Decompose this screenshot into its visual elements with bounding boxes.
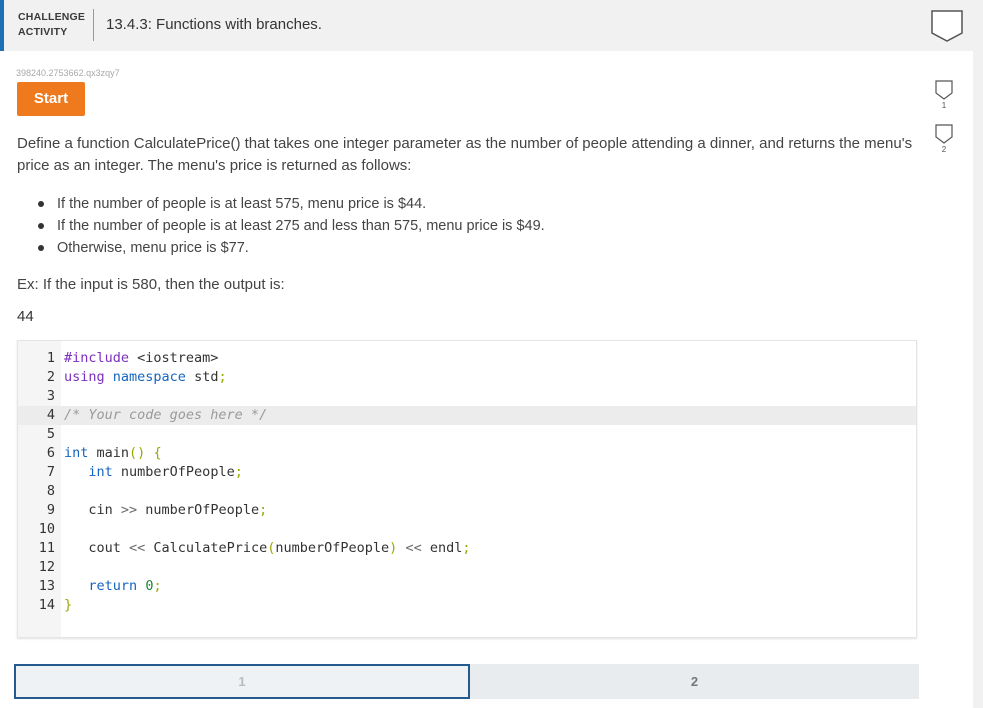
code-text: cout << CalculatePrice(numberOfPeople) <… <box>64 539 470 558</box>
code-token: numberOfPeople <box>275 540 390 556</box>
line-number: 12 <box>38 559 55 575</box>
line-number: 4 <box>46 407 55 423</box>
line-number: 10 <box>38 521 55 537</box>
progress-segment-2[interactable]: 2 <box>470 664 919 699</box>
line-number: 7 <box>46 464 55 480</box>
code-text: #include <iostream> <box>64 349 218 368</box>
code-token: ; <box>259 502 268 518</box>
code-token: <iostream> <box>129 350 219 366</box>
line-number: 2 <box>46 369 55 385</box>
code-token: #include <box>64 350 130 366</box>
level-progress-bar: 1 2 <box>14 661 919 701</box>
price-rule-item: Otherwise, menu price is $77. <box>38 237 545 259</box>
code-token: CalculatePrice <box>145 540 268 556</box>
start-button[interactable]: Start <box>17 82 85 116</box>
code-token: cin <box>64 502 121 518</box>
progress-segment-1[interactable]: 1 <box>14 664 470 699</box>
code-token: return <box>88 578 138 594</box>
code-token: () <box>129 445 146 461</box>
line-number: 6 <box>46 445 55 461</box>
price-rules-list: If the number of people is at least 575,… <box>38 193 545 259</box>
code-token: ; <box>234 464 243 480</box>
code-text: return 0; <box>64 577 162 596</box>
activity-header: CHALLENGE ACTIVITY 13.4.3: Functions wit… <box>0 0 973 51</box>
right-sidebar <box>973 0 983 708</box>
header-divider <box>93 9 94 41</box>
activity-id: 398240.2753662.qx3zqy7 <box>16 68 120 78</box>
code-token: { <box>153 445 162 461</box>
shield-icon <box>931 10 963 42</box>
code-line[interactable]: 10 <box>18 520 916 539</box>
code-token: namespace <box>112 369 186 385</box>
code-text: /* Your code goes here */ <box>64 406 267 425</box>
level-indicator-label: 2 <box>941 145 947 154</box>
line-number: 5 <box>46 426 55 442</box>
activity-title: 13.4.3: Functions with branches. <box>106 16 322 33</box>
line-number: 11 <box>38 540 55 556</box>
code-line[interactable]: 6 int main() { <box>18 444 916 463</box>
level-shield-icon <box>935 80 953 100</box>
code-line[interactable]: 4 /* Your code goes here */ <box>18 406 916 425</box>
activity-type-line1: CHALLENGE <box>18 11 86 23</box>
line-number: 14 <box>38 597 55 613</box>
line-number: 13 <box>38 578 55 594</box>
code-token: /* Your code goes here */ <box>64 407 268 423</box>
price-rule-item: If the number of people is at least 275 … <box>38 215 545 237</box>
code-line[interactable]: 1 #include <iostream> <box>18 349 916 368</box>
code-text: using namespace std; <box>64 368 227 387</box>
code-token: ; <box>153 578 162 594</box>
code-token: std <box>185 369 219 385</box>
code-text: int numberOfPeople; <box>64 463 243 482</box>
code-token: endl <box>421 540 463 556</box>
example-text: Ex: If the input is 580, then the output… <box>17 276 285 293</box>
code-token: >> <box>120 502 138 518</box>
activity-type-line2: ACTIVITY <box>18 26 68 38</box>
prompt-text: Define a function CalculatePrice() that … <box>17 135 913 174</box>
code-text: } <box>64 596 72 615</box>
code-token: } <box>64 597 73 613</box>
code-token: using <box>64 369 105 385</box>
line-number: 1 <box>46 350 55 366</box>
example-output: 44 <box>17 308 34 325</box>
code-line[interactable]: 12 <box>18 558 916 577</box>
code-line[interactable]: 2 using namespace std; <box>18 368 916 387</box>
code-line[interactable]: 9 cin >> numberOfPeople; <box>18 501 916 520</box>
code-token: int <box>88 464 113 480</box>
code-text: int main() { <box>64 444 162 463</box>
code-token: ; <box>462 540 471 556</box>
code-line[interactable]: 8 <box>18 482 916 501</box>
activity-type: CHALLENGE ACTIVITY <box>18 10 85 40</box>
header-accent-bar <box>0 0 4 51</box>
code-token: << <box>129 540 146 556</box>
code-line[interactable]: 5 <box>18 425 916 444</box>
code-token: numberOfPeople <box>112 464 235 480</box>
code-token: cout <box>64 540 130 556</box>
code-line[interactable]: 7 int numberOfPeople; <box>18 463 916 482</box>
code-editor[interactable]: 1 #include <iostream> 2 using namespace std… <box>17 340 917 638</box>
code-line[interactable]: 3 <box>18 387 916 406</box>
level-indicator-1[interactable]: 1 <box>932 80 956 110</box>
level-indicator-2[interactable]: 2 <box>932 124 956 154</box>
code-token: << <box>405 540 422 556</box>
code-token: int <box>64 445 89 461</box>
code-token: main <box>88 445 130 461</box>
code-line[interactable]: 11 cout << CalculatePrice(numberOfPeople… <box>18 539 916 558</box>
code-line[interactable]: 13 return 0; <box>18 577 916 596</box>
line-number: 8 <box>46 483 55 499</box>
code-token: numberOfPeople <box>137 502 260 518</box>
line-number: 9 <box>46 502 55 518</box>
code-line[interactable]: 14} <box>18 596 916 615</box>
level-shield-icon <box>935 124 953 144</box>
code-token: ; <box>218 369 227 385</box>
price-rule-item: If the number of people is at least 575,… <box>38 193 545 215</box>
line-number: 3 <box>46 388 55 404</box>
code-text: cin >> numberOfPeople; <box>64 501 267 520</box>
level-indicator-label: 1 <box>941 101 947 110</box>
